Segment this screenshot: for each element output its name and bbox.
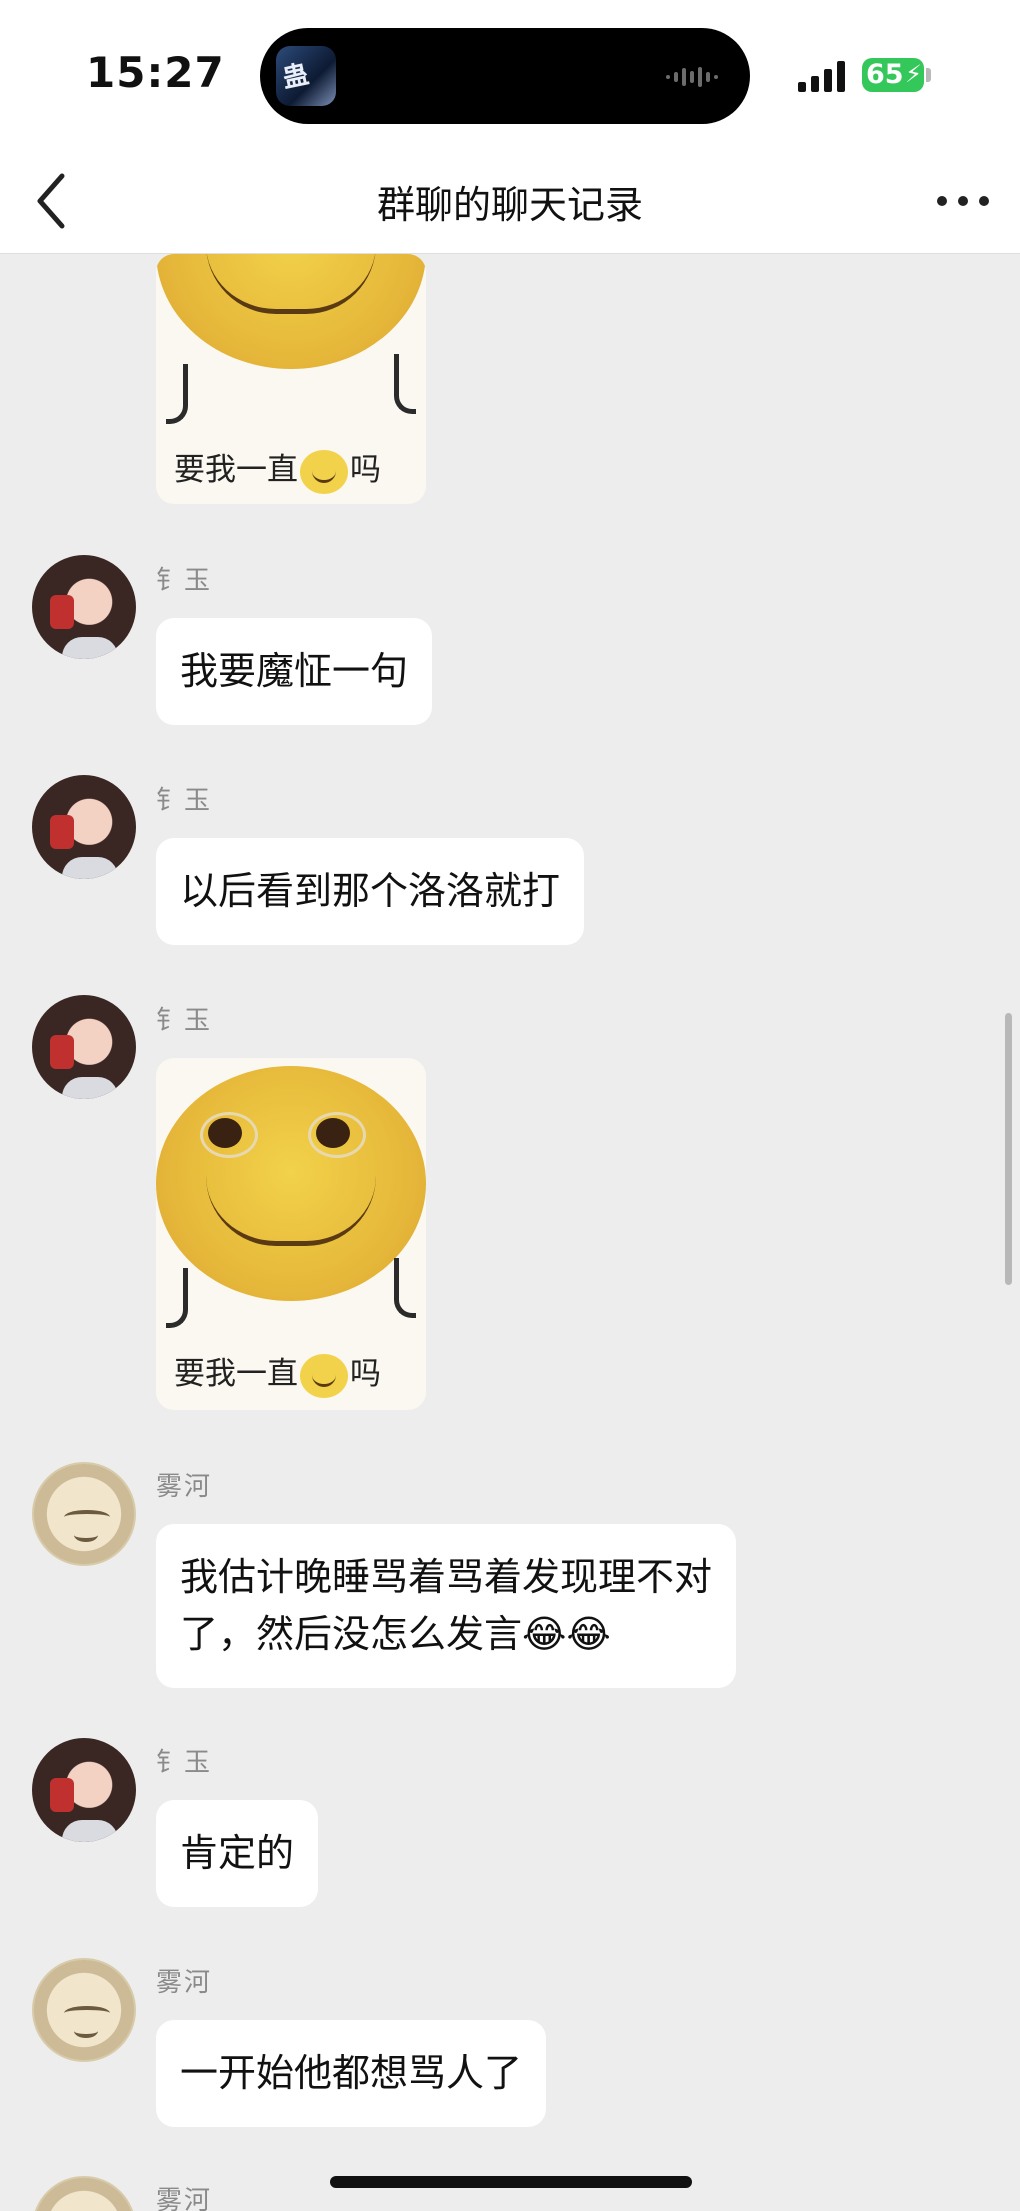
sticker-message[interactable]: 要我一直吗	[156, 1058, 426, 1410]
message-bubble[interactable]: 我要魔怔一句	[156, 618, 433, 725]
sender-name: 钅玉	[156, 1748, 213, 1778]
avatar[interactable]	[32, 1738, 136, 1842]
sticker-arm	[394, 354, 416, 414]
mini-smiley-icon	[300, 449, 348, 494]
now-playing-app-icon[interactable]: 蛊	[276, 46, 336, 106]
more-button[interactable]	[928, 176, 998, 226]
cellular-signal-icon	[798, 61, 845, 92]
sender-name: 钅玉	[156, 1006, 213, 1036]
sender-name: 雾河	[156, 2186, 213, 2211]
dynamic-island[interactable]: 蛊	[260, 28, 750, 124]
avatar[interactable]	[32, 775, 136, 879]
chat-history-screen: 15:27 蛊 65 ⚡ 群聊的聊天记录 要我一直 吗 钅玉 我要魔怔一句 钅玉…	[0, 0, 1020, 2211]
charging-bolt-icon: ⚡	[905, 60, 922, 88]
mini-smiley-icon	[300, 1353, 348, 1398]
message-bubble[interactable]: 以后看到那个洛洛就打	[156, 838, 585, 945]
sticker-caption: 要我一直吗	[174, 444, 381, 494]
avatar[interactable]	[32, 995, 136, 1099]
status-bar: 15:27 蛊 65 ⚡	[0, 0, 1020, 150]
page-title: 群聊的聊天记录	[376, 183, 643, 227]
sticker-eye	[200, 1112, 258, 1158]
avatar[interactable]	[32, 1462, 136, 1566]
sticker-caption: 要我一直吗	[174, 1348, 381, 1398]
sender-name: 雾河	[156, 1968, 213, 1998]
message-bubble[interactable]: 我估计晚睡骂着骂着发现理不对 了，然后没怎么发言😂😂	[156, 1524, 737, 1688]
sticker-message[interactable]: 要我一直吗	[156, 254, 426, 504]
home-indicator[interactable]	[330, 2176, 692, 2188]
status-time: 15:27	[86, 48, 225, 97]
smiley-sticker	[156, 254, 426, 369]
audio-wave-icon	[666, 67, 718, 87]
battery-icon: 65 ⚡	[862, 58, 924, 92]
avatar[interactable]	[32, 1958, 136, 2062]
sender-name: 钅玉	[156, 566, 213, 596]
scrollbar[interactable]	[1005, 1013, 1012, 1285]
battery-cap	[926, 68, 931, 82]
sender-name: 雾河	[156, 1472, 213, 1502]
nav-bar: 群聊的聊天记录	[0, 150, 1020, 254]
sticker-eye	[308, 1112, 366, 1158]
battery-level: 65	[866, 59, 904, 90]
more-dots-icon	[937, 196, 989, 206]
sticker-arm	[166, 1268, 188, 1328]
sender-name: 钅玉	[156, 786, 213, 816]
message-bubble[interactable]: 一开始他都想骂人了	[156, 2020, 547, 2127]
avatar[interactable]	[32, 2176, 136, 2211]
sticker-arm	[394, 1258, 416, 1318]
avatar[interactable]	[32, 555, 136, 659]
smiley-sticker	[156, 1066, 426, 1301]
message-bubble[interactable]: 肯定的	[156, 1800, 319, 1907]
sticker-arm	[166, 364, 188, 424]
